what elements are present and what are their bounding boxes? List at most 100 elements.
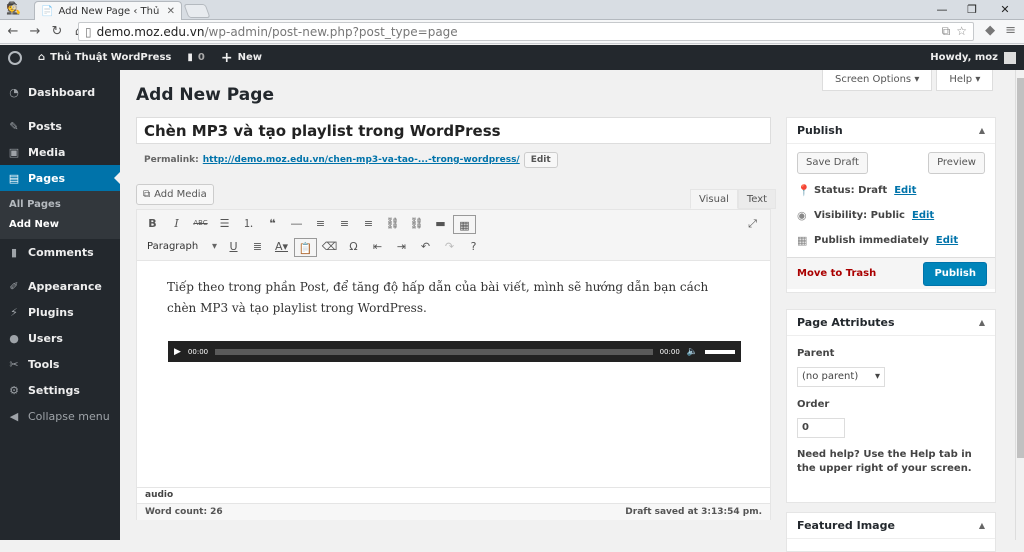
read-more-icon[interactable]: ▬ [429,213,452,234]
menu-settings[interactable]: ⚙ Settings [0,377,120,403]
order-input[interactable]: 0 [797,418,845,438]
paste-text-icon[interactable]: 📋 [294,237,317,257]
toolbar-toggle-icon[interactable]: ▦ [453,214,476,234]
editor-status: audio Word count: 26 Draft saved at 3:13… [136,487,771,520]
bookmark-star-icon[interactable]: ☆ [956,24,967,39]
play-icon[interactable]: ▶ [174,347,181,357]
tab-text[interactable]: Text [737,189,777,209]
link-icon[interactable]: ⛓ [381,213,404,234]
menu-posts[interactable]: ✎ Posts [0,113,120,139]
move-to-trash-link[interactable]: Move to Trash [797,268,876,279]
align-right-icon[interactable]: ≡ [357,213,380,234]
close-window-icon[interactable]: ✕ [990,1,1020,19]
outdent-icon[interactable]: ⇤ [366,236,389,257]
undo-icon[interactable]: ↶ [414,236,437,257]
menu-label: Posts [28,119,62,133]
back-icon[interactable]: ← [4,22,22,42]
volume-icon[interactable]: 🔈 [687,347,698,357]
comment-icon: ▮ [187,52,193,63]
permalink-edit-button[interactable]: Edit [523,152,558,168]
comments-link[interactable]: ▮ 0 [179,45,212,70]
menu-appearance[interactable]: ✐ Appearance [0,273,120,299]
editor-body[interactable]: Tiếp theo trong phần Post, để tăng độ hấ… [137,261,770,335]
preview-button[interactable]: Preview [928,152,985,174]
audio-progress-bar[interactable] [215,348,653,355]
status-row: 📍 Status: Draft Edit [797,178,985,203]
parent-select[interactable]: (no parent) [797,367,885,387]
help-button[interactable]: Help ▾ [936,70,994,91]
publish-button[interactable]: Publish [923,261,987,286]
align-center-icon[interactable]: ≡ [333,213,356,234]
collapse-arrow-icon[interactable]: ▲ [979,521,985,530]
indent-icon[interactable]: ⇥ [390,236,413,257]
restore-icon[interactable]: ❐ [957,1,987,19]
tab-visual[interactable]: Visual [690,189,738,209]
menu-plugins[interactable]: ⚡ Plugins [0,299,120,325]
scrollbar-thumb[interactable] [1017,78,1024,458]
collapse-arrow-icon[interactable]: ▲ [979,318,985,327]
page-scrollbar[interactable] [1015,70,1024,540]
menu-comments[interactable]: ▮ Comments [0,239,120,265]
justify-icon[interactable]: ≣ [246,236,269,257]
new-tab-button[interactable] [183,4,211,18]
my-account[interactable]: Howdy, moz [930,51,1024,64]
blockquote-icon[interactable]: ❝ [261,213,284,234]
address-bar[interactable]: ▯ demo.moz.edu.vn /wp-admin/post-new.php… [78,22,974,41]
menu-pages[interactable]: ▤ Pages [0,165,120,191]
close-tab-icon[interactable]: ✕ [167,6,175,17]
add-media-button[interactable]: ⧉ Add Media [136,184,214,205]
browser-tab[interactable]: 📄 Add New Page ‹ Thủ Thuật ✕ [34,1,182,20]
featured-image-header[interactable]: Featured Image ▲ [787,513,995,539]
numbered-list-icon[interactable]: ⒈ [237,213,260,234]
eye-icon: ◉ [797,209,807,222]
horizontal-line-icon[interactable]: ― [285,213,308,234]
menu-media[interactable]: ▣ Media [0,139,120,165]
new-content-link[interactable]: + New [213,45,270,70]
audio-player[interactable]: ▶ 00:00 00:00 🔈 [168,341,741,362]
menu-users[interactable]: ● Users [0,325,120,351]
extension-icon[interactable]: ◆ [985,23,995,38]
unlink-icon[interactable]: ⛓ [405,213,428,234]
tab-title: Add New Page ‹ Thủ Thuật [58,5,161,17]
volume-slider[interactable] [705,349,735,354]
forward-icon[interactable]: → [26,22,44,42]
reload-icon[interactable]: ↻ [48,22,66,42]
menu-tools[interactable]: ✂ Tools [0,351,120,377]
collapse-icon: ◀ [9,409,19,423]
collapse-arrow-icon[interactable]: ▲ [979,126,985,135]
edit-status-link[interactable]: Edit [894,185,916,196]
italic-icon[interactable]: I [165,213,188,234]
permalink-url[interactable]: http://demo.moz.edu.vn/chen-mp3-va-tao-.… [203,155,520,165]
edit-schedule-link[interactable]: Edit [936,235,958,246]
save-draft-button[interactable]: Save Draft [797,152,868,174]
fullscreen-icon[interactable]: ⤢ [741,213,764,234]
browser-toolbar: ← → ↻ ⌂ ▯ demo.moz.edu.vn /wp-admin/post… [0,20,1024,44]
bold-icon[interactable]: B [141,213,164,234]
page-attributes-header[interactable]: Page Attributes ▲ [787,310,995,336]
post-title-input[interactable]: Chèn MP3 và tạo playlist trong WordPress [136,117,771,144]
screen-options-button[interactable]: Screen Options ▾ [822,70,933,91]
minimize-icon[interactable]: — [927,1,957,19]
submenu-add-new[interactable]: Add New [0,215,120,235]
submenu-all-pages[interactable]: All Pages [0,195,120,215]
edit-visibility-link[interactable]: Edit [912,210,934,221]
align-left-icon[interactable]: ≡ [309,213,332,234]
redo-icon[interactable]: ↷ [438,236,461,257]
home-icon: ⌂ [38,52,46,63]
publish-box-header[interactable]: Publish ▲ [787,118,995,144]
bullet-list-icon[interactable]: ☰ [213,213,236,234]
wp-logo[interactable] [0,45,30,70]
menu-dashboard[interactable]: ◔ Dashboard [0,79,120,105]
strikethrough-icon[interactable]: ABC [189,213,212,234]
special-character-icon[interactable]: Ω [342,236,365,257]
menu-icon[interactable]: ≡ [1005,23,1016,38]
format-select[interactable]: Paragraph [141,237,221,257]
translate-icon[interactable]: ⧉ [942,24,951,39]
clear-formatting-icon[interactable]: ⌫ [318,236,341,257]
text-color-icon[interactable]: A▾ [270,236,293,257]
comments-count: 0 [197,52,205,63]
site-name-link[interactable]: ⌂ Thủ Thuật WordPress [30,45,179,70]
collapse-menu[interactable]: ◀ Collapse menu [0,403,120,429]
underline-icon[interactable]: U [222,236,245,257]
help-icon[interactable]: ? [462,236,485,257]
